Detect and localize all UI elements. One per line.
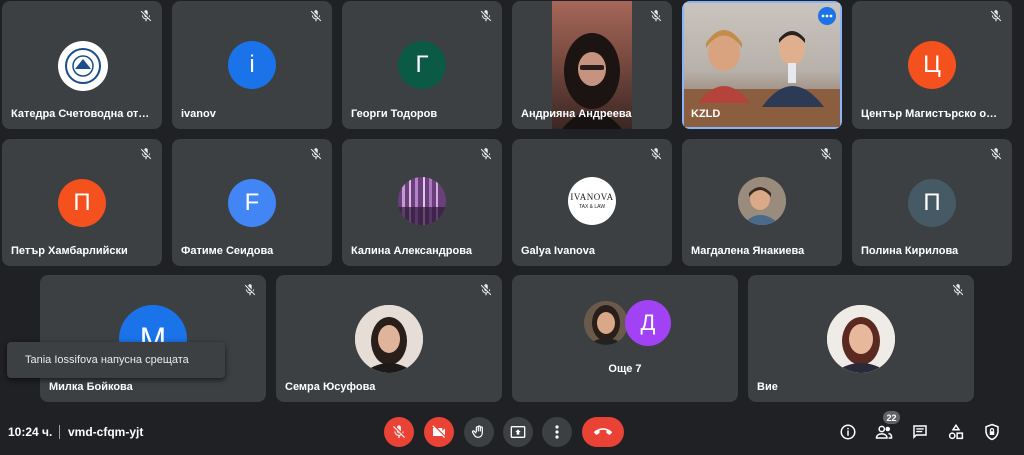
participant-tile[interactable]: F Фатиме Сеидова [172,139,332,266]
participant-name: Galya Ivanova [521,245,595,257]
mic-off-icon [951,283,965,297]
participant-tile[interactable]: Магдалена Янакиева [682,139,842,266]
mic-off-icon [819,147,833,161]
participant-tile[interactable]: i ivanov [172,1,332,129]
avatar: F [228,179,276,227]
divider [59,425,60,439]
host-controls-button[interactable] [982,422,1002,442]
participant-name: Петър Хамбарлийски [11,245,128,257]
participant-tile[interactable]: Ц Център Магистърско обу... [852,1,1012,129]
participant-name: Център Магистърско обу... [861,108,1000,120]
participant-name: ivanov [181,108,216,120]
more-participants-label: Още 7 [608,363,642,375]
mic-off-icon [391,424,407,440]
avatar: i [228,41,276,89]
logo-line-2: TAX & LAW [578,204,606,210]
logo-line-1: IVANOVA [570,192,614,202]
participant-tile[interactable]: Калина Александрова [342,139,502,266]
mic-off-icon [989,9,1003,23]
chat-icon [913,425,927,440]
others-tile[interactable]: Д Още 7 [512,275,738,402]
avatar: Д [625,300,671,346]
participant-name: Катедра Счетоводна отч... [11,108,150,120]
notification-toast: Tania Iossifova напусна срещата [7,342,225,378]
avatar: П [58,179,106,227]
participant-name: Вие [757,381,778,393]
participant-tile[interactable]: Семра Юсуфова [276,275,502,402]
bottom-toolbar: 10:24 ч. vmd-cfqm-yjt [0,408,1024,455]
more-options-button[interactable] [542,417,572,447]
participant-name: Магдалена Янакиева [691,245,805,257]
mic-off-icon [309,147,323,161]
meeting-details-button[interactable] [838,422,858,442]
department-logo [58,41,108,91]
participant-name: Милка Бойкова [49,381,133,393]
camera-button[interactable] [424,417,454,447]
chat-button[interactable] [910,422,930,442]
participant-name: Георги Тодоров [351,108,438,120]
toast-text: Tania Iossifova напусна срещата [25,354,189,366]
meeting-code: vmd-cfqm-yjt [68,425,144,439]
raise-hand-button[interactable] [464,417,494,447]
company-logo: IVANOVA TAX & LAW [568,177,616,225]
mic-off-icon [649,9,663,23]
more-options-button[interactable] [818,7,836,25]
videocam-off-icon [432,425,445,438]
avatar: Г [398,41,446,89]
participant-name: Андрияна Андреева [521,108,632,120]
microphone-button[interactable] [384,417,414,447]
participant-tile[interactable]: Катедра Счетоводна отч... [2,1,162,129]
more-horiz-icon [821,14,833,18]
mic-off-icon [139,147,153,161]
mic-off-icon [243,283,257,297]
participant-tile[interactable]: Андрияна Андреева [512,1,672,129]
participant-tile[interactable]: M Милка Бойкова [40,275,266,402]
mic-off-icon [309,9,323,23]
hand-icon [471,425,483,438]
self-tile[interactable]: Вие [748,275,974,402]
participant-name: KZLD [691,108,721,120]
leave-call-button[interactable] [582,417,624,447]
participants-count-badge: 22 [883,411,900,424]
people-icon [875,425,893,439]
participant-tile[interactable]: Г Георги Тодоров [342,1,502,129]
avatar: Ц [908,41,956,89]
mic-off-icon [479,283,493,297]
meeting-time: 10:24 ч. [8,425,53,439]
mic-off-icon [649,147,663,161]
mic-off-icon [139,9,153,23]
avatar-photo [827,305,895,373]
more-vert-icon [555,425,559,439]
present-screen-button[interactable] [503,417,533,447]
present-to-all-icon [510,426,526,438]
activities-button[interactable] [946,422,966,442]
activities-icon [948,423,964,440]
participant-name: Полина Кирилова [861,245,959,257]
avatar-photo [355,305,423,373]
mic-off-icon [479,147,493,161]
participant-name: Калина Александрова [351,245,472,257]
shield-lock-icon [985,423,999,441]
call-end-icon [594,428,612,435]
people-button[interactable] [874,422,894,442]
avatar-photo [738,177,786,225]
participant-name: Фатиме Сеидова [181,245,274,257]
participant-name: Семра Юсуфова [285,381,376,393]
avatar-photo [584,301,628,345]
avatar: П [908,179,956,227]
participant-tile[interactable]: П Полина Кирилова [852,139,1012,266]
participant-tile[interactable]: IVANOVA TAX & LAW Galya Ivanova [512,139,672,266]
mic-off-icon [479,9,493,23]
info-icon [840,424,856,440]
participant-tile[interactable]: П Петър Хамбарлийски [2,139,162,266]
avatar-photo [398,177,446,225]
participant-tile-speaking[interactable]: KZLD [682,1,842,129]
mic-off-icon [989,147,1003,161]
